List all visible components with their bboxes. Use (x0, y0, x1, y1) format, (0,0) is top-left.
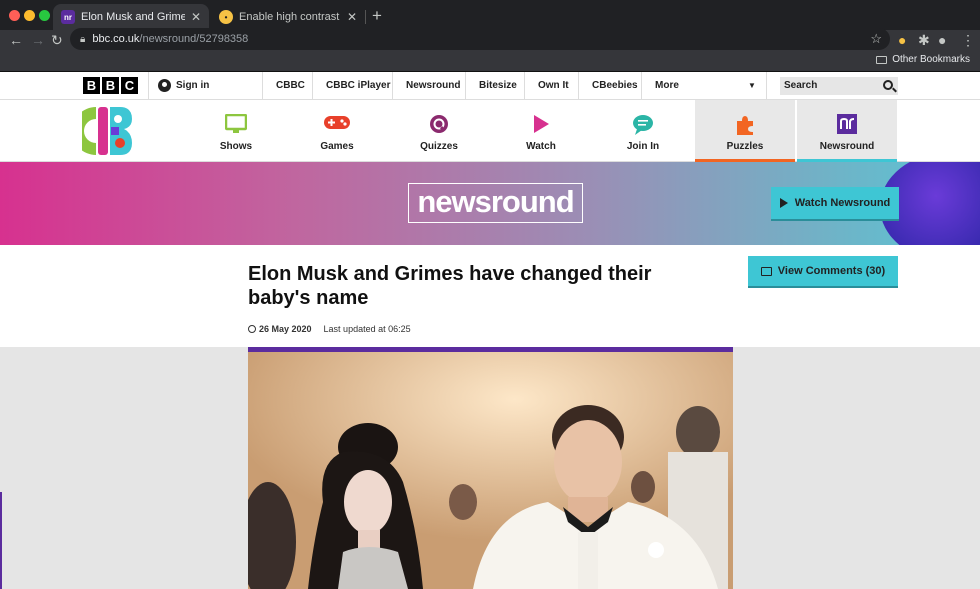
back-icon[interactable]: ← (9, 31, 23, 49)
nav-label: Newsround (819, 141, 875, 152)
close-icon[interactable]: ✕ (347, 10, 357, 24)
chat-icon (633, 115, 653, 135)
close-icon[interactable]: ✕ (191, 10, 201, 24)
nav-label: Games (320, 141, 354, 152)
gamepad-icon (324, 116, 350, 129)
play-icon (779, 198, 788, 208)
search-input[interactable]: Search (780, 77, 898, 95)
newsround-logo[interactable]: newsround (408, 183, 583, 223)
search-icon[interactable] (883, 80, 893, 90)
extension-favicon-icon: • (219, 10, 233, 24)
new-tab-icon[interactable]: + (372, 6, 382, 26)
nav-label: Join In (626, 141, 660, 152)
chevron-down-icon[interactable]: ▼ (748, 81, 756, 90)
nav-link-bitesize[interactable]: Bitesize (479, 80, 517, 91)
watch-newsround-label: Watch Newsround (794, 197, 891, 209)
user-icon (158, 79, 171, 92)
newsround-favicon-icon: nr (61, 10, 75, 24)
other-bookmarks-label: Other Bookmarks (892, 54, 970, 65)
article-photo (248, 352, 733, 589)
article-header: Elon Musk and Grimes have changed their … (0, 245, 980, 347)
nav-watch[interactable]: Watch (491, 100, 591, 162)
other-bookmarks[interactable]: Other Bookmarks (876, 54, 970, 65)
article-meta: 26 May 2020 Last updated at 06:25 (248, 324, 411, 334)
article-updated: Last updated at 06:25 (323, 324, 411, 334)
forward-icon[interactable]: → (31, 31, 45, 49)
menu-dots-icon[interactable]: ⋮ (961, 31, 975, 49)
nav-link-own-it[interactable]: Own It (538, 80, 569, 91)
divider (641, 72, 642, 100)
article-date: 26 May 2020 (259, 324, 312, 334)
nav-join-in[interactable]: Join In (593, 100, 693, 162)
nav-link-cbeebies[interactable]: CBeebies (592, 80, 638, 91)
bbc-logo-letter: B (102, 77, 119, 94)
tv-icon (225, 114, 247, 133)
watch-newsround-button[interactable]: Watch Newsround (771, 187, 899, 219)
nav-link-cbbc[interactable]: CBBC (276, 80, 305, 91)
photo-illustration (248, 352, 733, 589)
minimize-window-button[interactable] (24, 10, 35, 21)
cbbc-logo[interactable] (82, 105, 134, 157)
divider (262, 72, 263, 100)
newsround-icon (837, 114, 857, 134)
view-comments-label: View Comments (30) (777, 265, 886, 277)
extension-icon[interactable]: ● (898, 31, 906, 49)
article-headline: Elon Musk and Grimes have changed their … (248, 263, 652, 309)
nav-shows[interactable]: Shows (186, 100, 286, 162)
maximize-window-button[interactable] (39, 10, 50, 21)
nav-label: Watch (526, 141, 556, 152)
play-icon (534, 115, 549, 133)
reload-icon[interactable]: ↻ (51, 31, 63, 49)
divider (578, 72, 579, 100)
quiz-icon (430, 115, 448, 133)
bookmarks-bar: Other Bookmarks (0, 50, 980, 72)
divider (524, 72, 525, 100)
sign-in-link[interactable]: Sign in (158, 79, 209, 92)
bbc-logo-letter: C (121, 77, 138, 94)
newsround-banner: newsround Watch Newsround (0, 162, 980, 245)
close-window-button[interactable] (9, 10, 20, 21)
comment-icon (760, 266, 772, 276)
view-comments-button[interactable]: View Comments (30) (748, 256, 898, 286)
sign-in-label: Sign in (176, 80, 210, 91)
cbbc-navigation: Shows Games Quizzes Watch Join In Puzzle… (0, 100, 980, 162)
clock-icon (248, 325, 256, 333)
nav-label: Quizzes (420, 141, 458, 152)
bookmark-star-icon[interactable]: ☆ (870, 31, 882, 47)
nav-link-cbbc-iplayer[interactable]: CBBC iPlayer (326, 80, 390, 91)
divider (148, 72, 149, 100)
url-path: /newsround/52798358 (139, 33, 249, 45)
tab-high-contrast[interactable]: • Enable high contrast in Google ✕ (211, 4, 365, 30)
nav-newsround[interactable]: Newsround (797, 100, 897, 162)
tab-strip: nr Elon Musk and Grimes have ch ✕ • Enab… (0, 0, 980, 30)
page-edge-accent (0, 492, 2, 589)
nav-games[interactable]: Games (287, 100, 387, 162)
tab-title: Enable high contrast in Google (239, 11, 341, 23)
divider (392, 72, 393, 100)
divider (465, 72, 466, 100)
puzzle-icon (737, 116, 753, 135)
nav-label: Shows (219, 141, 253, 152)
search-placeholder: Search (784, 80, 818, 91)
nav-quizzes[interactable]: Quizzes (389, 100, 489, 162)
address-bar[interactable]: 🔒︎ bbc.co.uk/newsround/52798358 ☆ (70, 28, 890, 50)
puzzle-extensions-icon[interactable]: ✱ (918, 31, 930, 49)
bbc-masthead: B B C Sign in CBBC CBBC iPlayer Newsroun… (0, 72, 980, 100)
url-host: bbc.co.uk (92, 33, 140, 45)
nav-puzzles[interactable]: Puzzles (695, 100, 795, 162)
tab-title: Elon Musk and Grimes have ch (81, 11, 185, 23)
nav-link-more[interactable]: More (655, 80, 679, 91)
nav-link-newsround[interactable]: Newsround (406, 80, 460, 91)
divider (766, 72, 767, 100)
bbc-logo-letter: B (83, 77, 100, 94)
lock-icon: 🔒︎ (80, 33, 86, 45)
divider (312, 72, 313, 100)
tab-divider (365, 10, 366, 24)
folder-icon (876, 55, 888, 64)
bbc-logo[interactable]: B B C (83, 77, 138, 94)
nav-label: Puzzles (726, 141, 764, 152)
tab-newsround[interactable]: nr Elon Musk and Grimes have ch ✕ (53, 4, 209, 30)
profile-avatar-icon[interactable]: ● (938, 31, 946, 49)
